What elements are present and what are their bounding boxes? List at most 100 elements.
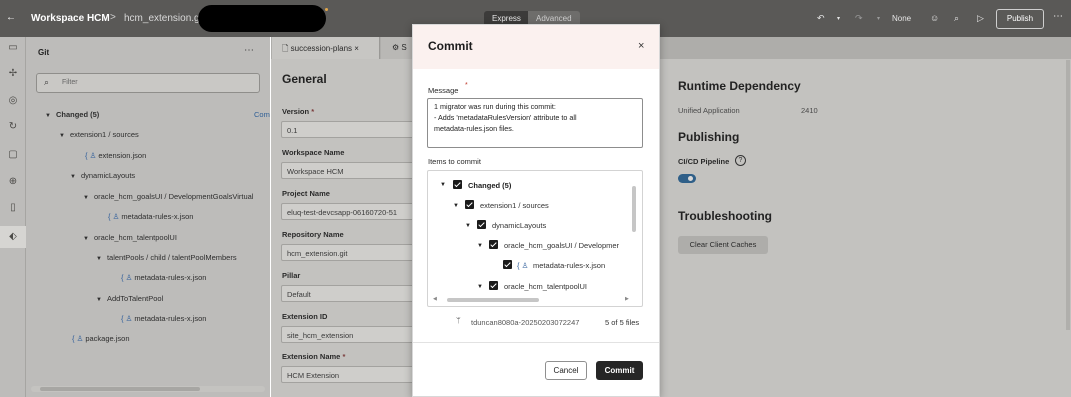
redo-dropdown-icon[interactable]: ▾ xyxy=(877,15,880,22)
git-scrollbar-thumb[interactable] xyxy=(40,387,200,391)
tree-changed[interactable]: ▼ Changed (5) xyxy=(45,110,99,119)
tree-package-json[interactable]: { ♙ package.json xyxy=(72,334,130,343)
json-file-icon: { ♙ xyxy=(121,273,133,282)
extension-name-label: Extension Name * xyxy=(282,352,346,361)
undo-dropdown-icon[interactable]: ▾ xyxy=(837,15,840,22)
pointer-icon[interactable]: ✢ xyxy=(0,68,26,79)
json-file-icon: { ♙ xyxy=(108,212,120,221)
checkbox-dynamic-layouts[interactable] xyxy=(477,220,486,229)
search-icon: ⌕ xyxy=(44,77,50,87)
scroll-right-icon[interactable]: ▶ xyxy=(625,296,629,302)
tree-talentpools-child[interactable]: ▼ talentPools / child / talentPoolMembers xyxy=(96,253,237,262)
close-icon[interactable]: × xyxy=(638,40,644,52)
tree-metadata-rules-1[interactable]: { ♙ metadata-rules-x.json xyxy=(108,212,193,221)
redaction-mark xyxy=(198,5,326,32)
checkbox-goals-ui[interactable] xyxy=(489,240,498,249)
more-options-icon[interactable]: ⋯ xyxy=(1053,11,1063,22)
chevron-down-icon[interactable]: ▼ xyxy=(477,243,483,249)
chevron-down-icon[interactable]: ▼ xyxy=(70,174,76,180)
scroll-left-icon[interactable]: ◀ xyxy=(433,296,437,302)
item-goals-ui: oracle_hcm_goalsUI / Developmer xyxy=(504,241,620,250)
chevron-down-icon[interactable]: ▼ xyxy=(440,182,446,188)
troubleshooting-title: Troubleshooting xyxy=(678,209,772,223)
tree-dynamic-layouts[interactable]: ▼ dynamicLayouts xyxy=(70,171,135,180)
chevron-down-icon[interactable]: ▼ xyxy=(83,195,89,201)
cancel-button[interactable]: Cancel xyxy=(545,361,587,380)
smiley-icon[interactable]: ☺ xyxy=(930,13,939,23)
message-line-1: 1 migrator was run during this commit: xyxy=(434,102,556,111)
workspace-title[interactable]: Workspace HCM xyxy=(31,13,110,24)
git-panel-title: Git xyxy=(38,48,50,57)
tree-talentpool-ui[interactable]: ▼ oracle_hcm_talentpoolUI xyxy=(83,233,177,242)
toggle-knob xyxy=(688,176,693,181)
none-selector[interactable]: None xyxy=(892,14,911,23)
commit-button[interactable]: Commit xyxy=(596,361,643,380)
checkbox-talentpool-ui[interactable] xyxy=(489,281,498,290)
publish-button[interactable]: Publish xyxy=(996,9,1044,29)
redo-icon[interactable]: ↷ xyxy=(855,13,863,24)
version-field[interactable] xyxy=(281,121,421,138)
back-arrow-icon[interactable]: ← xyxy=(6,12,16,23)
chevron-down-icon[interactable]: ▼ xyxy=(96,256,102,262)
unified-application-value: 2410 xyxy=(801,106,818,115)
tree-add-to-talent-pool[interactable]: ▼ AddToTalentPool xyxy=(96,294,163,303)
json-file-icon: { ♙ xyxy=(72,334,84,343)
repo-name[interactable]: hcm_extension.g xyxy=(124,13,200,24)
translate-icon[interactable]: ↻ xyxy=(0,121,26,132)
help-icon[interactable]: ? xyxy=(735,155,746,166)
settings-icon[interactable]: ◎ xyxy=(0,95,26,106)
git-icon[interactable]: ⬖ xyxy=(0,226,26,248)
tab-settings-label[interactable]: ⚙ S xyxy=(392,43,407,52)
items-vertical-scrollbar[interactable] xyxy=(632,186,636,232)
checkbox-extension-sources[interactable] xyxy=(465,200,474,209)
page-icon[interactable]: ▯ xyxy=(0,202,26,213)
left-rail xyxy=(0,37,26,397)
json-file-icon: { ♙ xyxy=(85,151,97,160)
commit-link[interactable]: Com xyxy=(254,110,270,119)
chevron-down-icon[interactable]: ▼ xyxy=(477,284,483,290)
dialog-divider xyxy=(413,342,659,343)
cicd-toggle[interactable] xyxy=(678,174,696,183)
item-extension-sources: extension1 / sources xyxy=(480,201,549,210)
git-more-icon[interactable]: ⋯ xyxy=(244,45,254,56)
tree-metadata-rules-3[interactable]: { ♙ metadata-rules-x.json xyxy=(121,314,206,323)
tree-metadata-rules-2[interactable]: { ♙ metadata-rules-x.json xyxy=(121,273,206,282)
chevron-down-icon[interactable]: ▼ xyxy=(45,113,51,119)
message-label: Message xyxy=(428,86,459,95)
clear-client-caches-button[interactable]: Clear Client Caches xyxy=(678,236,768,254)
checkbox-metadata-rules[interactable] xyxy=(503,260,512,269)
items-horizontal-scrollbar[interactable] xyxy=(447,298,539,302)
project-name-value: eluq-test-devcsapp-06160720-51 xyxy=(287,208,398,217)
checkbox-changed[interactable] xyxy=(453,180,462,189)
general-section-title: General xyxy=(282,72,327,86)
chevron-down-icon[interactable]: ▼ xyxy=(83,236,89,242)
tree-extension-json[interactable]: { ♙ extension.json xyxy=(85,151,146,160)
extension-id-label: Extension ID xyxy=(282,312,328,321)
search-icon[interactable]: ⌕ xyxy=(954,13,959,24)
required-mark: * xyxy=(465,82,468,89)
file-icon: 🗋 xyxy=(282,44,291,53)
component-icon[interactable]: ▢ xyxy=(0,149,26,160)
globe-icon[interactable]: ⊕ xyxy=(0,176,26,187)
chevron-down-icon[interactable]: ▼ xyxy=(465,223,471,229)
tree-goals-ui[interactable]: ▼ oracle_hcm_goalsUI / DevelopmentGoalsVi… xyxy=(83,192,253,201)
item-changed: Changed (5) xyxy=(468,181,512,190)
preview-play-icon[interactable]: ▷ xyxy=(977,13,984,24)
pillar-value: Default xyxy=(287,290,311,299)
workspace-name-label: Workspace Name xyxy=(282,148,345,157)
extension-name-value: HCM Extension xyxy=(287,371,340,380)
undo-icon[interactable]: ↶ xyxy=(817,13,825,24)
tab-succession-plans-label[interactable]: 🗋 succession-plans × xyxy=(282,43,359,57)
editor-scrollbar[interactable] xyxy=(1066,60,1070,330)
tree-extension-sources[interactable]: ▼ extension1 / sources xyxy=(59,130,139,139)
comment-icon[interactable]: ▭ xyxy=(0,42,26,53)
chevron-down-icon[interactable]: ▼ xyxy=(96,297,102,303)
close-tab-icon[interactable]: × xyxy=(354,44,359,53)
item-metadata-rules: metadata-rules-x.json xyxy=(533,261,606,270)
cicd-pipeline-label: CI/CD Pipeline xyxy=(678,157,730,166)
json-file-icon: { ♙ xyxy=(517,261,529,270)
chevron-down-icon[interactable]: ▼ xyxy=(453,203,459,209)
items-to-commit-label: Items to commit xyxy=(428,157,481,166)
files-count: 5 of 5 files xyxy=(605,318,640,327)
chevron-down-icon[interactable]: ▼ xyxy=(59,133,65,139)
